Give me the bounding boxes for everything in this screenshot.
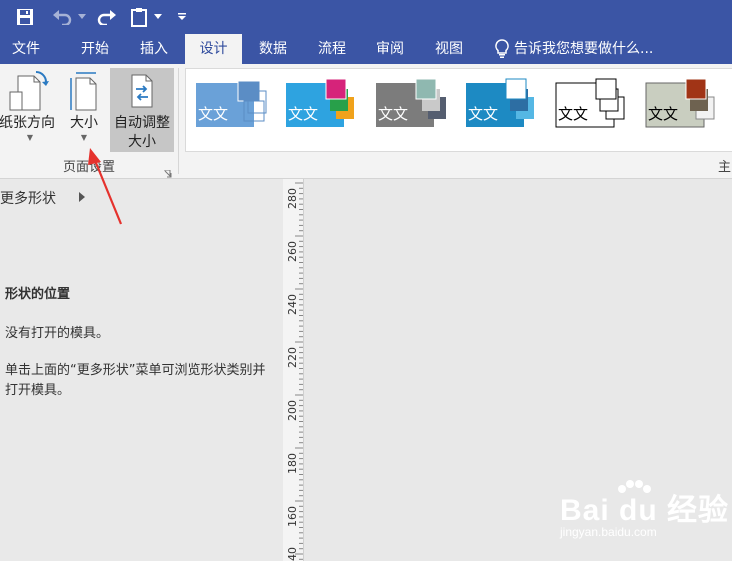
group-separator — [178, 68, 179, 174]
theme-item[interactable]: 文文 — [194, 75, 272, 137]
quick-access-toolbar — [0, 0, 732, 34]
dialog-launcher-icon[interactable] — [164, 163, 172, 178]
more-shapes-menu[interactable]: 更多形状 — [0, 188, 56, 208]
tab-data[interactable]: 数据 — [246, 34, 300, 64]
ribbon: 纸张方向 ▼ 大小 ▼ 自动调整 大小 页面设置 文文 文文 文文 文文 文文 … — [0, 64, 732, 179]
size-dropdown-icon: ▼ — [80, 133, 88, 142]
tab-view[interactable]: 视图 — [422, 34, 476, 64]
theme-group-label: 主 — [718, 160, 732, 175]
theme-text: 文文 — [648, 105, 679, 123]
shapes-pane: 更多形状 形状的位置 没有打开的模具。 单击上面的“更多形状”菜单可浏览形状类别… — [0, 179, 283, 561]
tell-me-box[interactable]: 告诉我您想要做什么... — [494, 34, 653, 64]
ruler-label: 260 — [286, 241, 299, 262]
theme-text: 文文 — [198, 105, 229, 123]
theme-item[interactable]: 文文 — [464, 75, 542, 137]
paw-icon — [618, 480, 651, 493]
tab-home[interactable]: 开始 — [68, 34, 122, 64]
tell-me-text: 告诉我您想要做什么... — [514, 41, 654, 57]
autosize-icon — [110, 68, 174, 114]
theme-gallery: 文文 文文 文文 文文 文文 文文 — [185, 68, 732, 152]
lightbulb-icon — [494, 39, 514, 59]
theme-item[interactable]: 文文 — [644, 75, 722, 137]
orientation-dropdown-icon: ▼ — [26, 133, 34, 142]
ruler-label: 160 — [286, 506, 299, 527]
theme-text: 文文 — [378, 105, 409, 123]
theme-text: 文文 — [558, 105, 589, 123]
clipboard-dropdown-icon[interactable] — [152, 4, 164, 30]
theme-text: 文文 — [468, 105, 499, 123]
autosize-button[interactable]: 自动调整 大小 — [110, 68, 174, 152]
undo-dropdown-icon[interactable] — [76, 4, 88, 30]
ruler-label: 240 — [286, 294, 299, 315]
orientation-label: 纸张方向 — [0, 115, 55, 131]
tab-file[interactable]: 文件 — [0, 34, 52, 64]
undo-icon[interactable] — [50, 4, 74, 30]
autosize-label-line2: 大小 — [128, 134, 156, 150]
ruler-label: 200 — [286, 400, 299, 421]
submenu-arrow-icon[interactable] — [79, 192, 85, 202]
size-label: 大小 — [70, 115, 98, 131]
no-stencils-message: 没有打开的模具。 — [5, 326, 110, 341]
size-icon — [62, 70, 106, 114]
ruler-label: 40 — [286, 547, 299, 561]
theme-text: 文文 — [288, 105, 319, 123]
redo-icon[interactable] — [94, 4, 120, 30]
save-icon[interactable] — [12, 4, 38, 30]
page-setup-group-label: 页面设置 — [62, 160, 115, 175]
autosize-label-line1: 自动调整 — [114, 115, 170, 131]
baidu-watermark: Bai du 经验 jingyan.baidu.com — [560, 480, 730, 545]
watermark-url: jingyan.baidu.com — [560, 525, 657, 539]
ruler-label: 220 — [286, 347, 299, 368]
tab-review[interactable]: 审阅 — [363, 34, 417, 64]
theme-item[interactable]: 文文 — [284, 75, 362, 137]
more-shapes-hint: 单击上面的“更多形状”菜单可浏览形状类别并打开模具。 — [5, 363, 266, 398]
tab-design[interactable]: 设计 — [185, 34, 242, 64]
orientation-button[interactable]: 纸张方向 ▼ — [0, 70, 60, 143]
clipboard-icon[interactable] — [128, 4, 150, 30]
theme-item[interactable]: 文文 — [554, 75, 632, 137]
ruler-label: 280 — [286, 188, 299, 209]
tab-process[interactable]: 流程 — [305, 34, 359, 64]
ribbon-tabs: 文件 开始 插入 设计 数据 流程 审阅 视图 告诉我您想要做什么... — [0, 34, 732, 64]
orientation-icon — [0, 70, 60, 114]
theme-item[interactable]: 文文 — [374, 75, 452, 137]
customize-arrow-icon[interactable] — [175, 4, 189, 30]
ruler-label: 180 — [286, 453, 299, 474]
tab-insert[interactable]: 插入 — [127, 34, 181, 64]
vertical-ruler: 280 260 240 220 200 180 160 40 — [283, 179, 304, 561]
size-button[interactable]: 大小 ▼ — [62, 70, 106, 143]
shapes-section-title: 形状的位置 — [5, 287, 71, 302]
